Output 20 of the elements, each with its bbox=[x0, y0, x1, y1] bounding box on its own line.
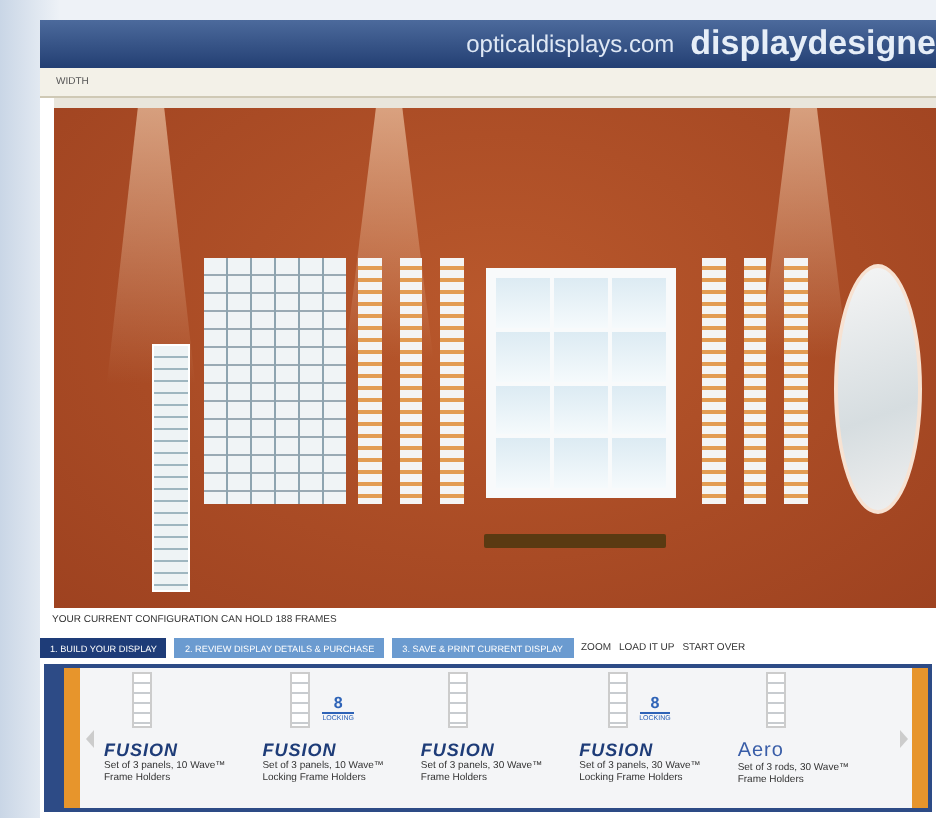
brand-logo: FUSION bbox=[579, 740, 654, 760]
left-arrow-icon[interactable] bbox=[85, 729, 95, 747]
product-logo: displaydesigne bbox=[690, 24, 936, 64]
display-panel[interactable] bbox=[151, 343, 191, 592]
rack-drawing bbox=[290, 672, 311, 728]
brand-logo: FUSION bbox=[420, 740, 495, 760]
brand-logo: FUSION bbox=[262, 740, 337, 760]
frame-column-set[interactable] bbox=[358, 258, 465, 503]
right-arrow-icon[interactable] bbox=[897, 729, 907, 747]
brand-logo: Aero bbox=[737, 740, 784, 762]
window-drawing[interactable] bbox=[486, 268, 676, 498]
rack-drawing bbox=[132, 672, 152, 728]
frame-column-set[interactable] bbox=[702, 258, 809, 503]
frame-grid-panel[interactable] bbox=[203, 258, 346, 503]
brand-logo: FUSION bbox=[104, 740, 179, 760]
rack-drawing bbox=[765, 672, 786, 728]
rack-drawing bbox=[448, 672, 469, 728]
rack-drawing bbox=[607, 672, 628, 728]
shelf[interactable] bbox=[484, 533, 666, 548]
site-logo: opticaldisplays.com bbox=[466, 30, 675, 58]
